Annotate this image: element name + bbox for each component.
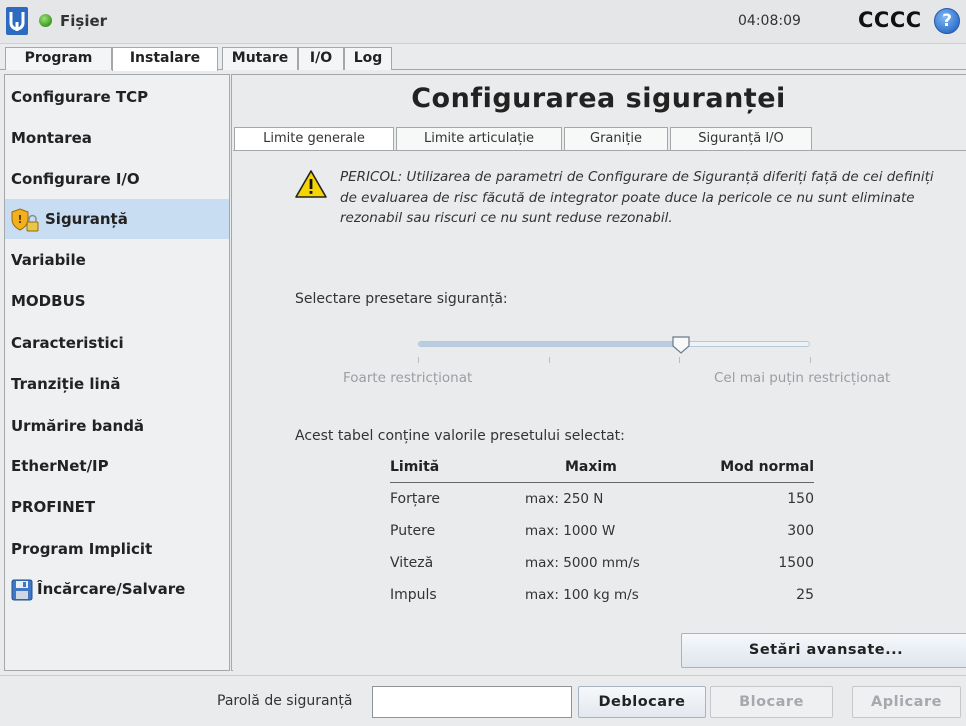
svg-text:!: ! bbox=[17, 213, 22, 226]
cell-normal: 300 bbox=[787, 523, 814, 539]
table-row: Viteză max: 5000 mm/s 1500 bbox=[390, 555, 814, 581]
sidebar-item-label: MODBUS bbox=[11, 292, 86, 310]
cell-max: max: 1000 W bbox=[525, 523, 616, 539]
unlock-button[interactable]: Deblocare bbox=[578, 686, 706, 718]
sidebar-item-label: Configurare TCP bbox=[11, 88, 149, 106]
safety-shield-lock-icon: ! bbox=[11, 207, 39, 231]
danger-warning-text: PERICOL: Utilizarea de parametri de Conf… bbox=[340, 169, 934, 226]
tab-log[interactable]: Log bbox=[344, 47, 392, 70]
table-row: Impuls max: 100 kg m/s 25 bbox=[390, 587, 814, 613]
slider-tick bbox=[549, 357, 550, 363]
sidebar-item-label: Tranziție lină bbox=[11, 375, 121, 393]
preset-slider-track[interactable] bbox=[418, 341, 810, 347]
cell-max: max: 100 kg m/s bbox=[525, 587, 639, 603]
cell-normal: 1500 bbox=[778, 555, 814, 571]
help-icon[interactable]: ? bbox=[934, 8, 960, 34]
slider-tick bbox=[810, 357, 811, 363]
cell-max: max: 250 N bbox=[525, 491, 604, 507]
robot-status-icon bbox=[39, 14, 52, 27]
tab-joint-limits[interactable]: Limite articulație bbox=[396, 127, 562, 151]
sidebar-item-variables[interactable]: Variabile bbox=[5, 240, 229, 280]
slider-tick bbox=[679, 357, 680, 363]
sidebar-item-label: Încărcare/Salvare bbox=[37, 580, 186, 598]
sidebar-item-io-setup[interactable]: Configurare I/O bbox=[5, 159, 229, 199]
cell-limit: Impuls bbox=[390, 587, 437, 603]
installation-sidebar: Configurare TCP Montarea Configurare I/O… bbox=[4, 74, 230, 671]
cell-limit: Viteză bbox=[390, 555, 434, 571]
header-normal: Mod normal bbox=[720, 459, 814, 475]
sidebar-item-conveyor-tracking[interactable]: Urmărire bandă bbox=[5, 406, 229, 446]
cell-limit: Putere bbox=[390, 523, 436, 539]
bottom-bar: Parolă de siguranță Deblocare Blocare Ap… bbox=[0, 675, 966, 726]
tab-mutare[interactable]: Mutare bbox=[222, 47, 298, 70]
page-title: Configurarea siguranței bbox=[411, 83, 786, 114]
password-label: Parolă de siguranță bbox=[217, 693, 353, 709]
sidebar-item-ethernet-ip[interactable]: EtherNet/IP bbox=[5, 446, 229, 486]
sidebar-item-tcp[interactable]: Configurare TCP bbox=[5, 77, 229, 117]
sidebar-item-label: Urmărire bandă bbox=[11, 417, 145, 435]
cell-max: max: 5000 mm/s bbox=[525, 555, 640, 571]
sidebar-item-label: Program Implicit bbox=[11, 540, 153, 558]
sidebar-item-default-program[interactable]: Program Implicit bbox=[5, 529, 229, 569]
cell-limit: Forțare bbox=[390, 491, 441, 507]
advanced-settings-button[interactable]: Setări avansate... bbox=[681, 633, 966, 668]
sidebar-item-label: Siguranță bbox=[45, 210, 128, 228]
sidebar-item-label: EtherNet/IP bbox=[11, 457, 109, 475]
title-bar: Fișier 04:08:09 CCCC ? bbox=[0, 0, 966, 44]
tab-instalare[interactable]: Instalare bbox=[112, 47, 218, 71]
warning-icon bbox=[295, 170, 327, 198]
sidebar-item-load-save[interactable]: Încărcare/Salvare bbox=[5, 569, 229, 609]
sidebar-item-features[interactable]: Caracteristici bbox=[5, 323, 229, 363]
file-menu[interactable]: Fișier bbox=[60, 12, 107, 30]
ur-logo-icon bbox=[6, 7, 28, 35]
safety-password-input[interactable] bbox=[372, 686, 572, 718]
sidebar-item-label: Montarea bbox=[11, 129, 92, 147]
sidebar-item-label: Configurare I/O bbox=[11, 170, 140, 188]
table-row: Putere max: 1000 W 300 bbox=[390, 523, 814, 549]
preset-slider-fill bbox=[419, 342, 682, 346]
sidebar-item-mounting[interactable]: Montarea bbox=[5, 118, 229, 158]
table-intro: Acest tabel conține valorile presetului … bbox=[295, 428, 625, 444]
preset-slider-thumb[interactable] bbox=[671, 335, 691, 355]
sidebar-item-label: PROFINET bbox=[11, 498, 96, 516]
tab-safety-io[interactable]: Siguranță I/O bbox=[670, 127, 812, 151]
sidebar-item-modbus[interactable]: MODBUS bbox=[5, 281, 229, 321]
sidebar-item-profinet[interactable]: PROFINET bbox=[5, 487, 229, 527]
header-divider bbox=[390, 482, 814, 483]
tab-general-limits[interactable]: Limite generale bbox=[234, 127, 394, 151]
apply-button[interactable]: Aplicare bbox=[852, 686, 961, 718]
safety-content-panel: Configurarea siguranței Limite generale … bbox=[231, 74, 966, 671]
cell-normal: 150 bbox=[787, 491, 814, 507]
sidebar-item-label: Caracteristici bbox=[11, 334, 124, 352]
main-tabs: Program Instalare Mutare I/O Log bbox=[0, 45, 966, 71]
slider-min-label: Foarte restricționat bbox=[343, 370, 473, 386]
sidebar-item-label: Variabile bbox=[11, 251, 86, 269]
tab-boundaries[interactable]: Graniție bbox=[564, 127, 668, 151]
preset-label: Selectare presetare siguranță: bbox=[295, 291, 508, 307]
floppy-disk-icon bbox=[11, 579, 33, 600]
clock: 04:08:09 bbox=[738, 13, 801, 29]
safety-sub-tabs: Limite generale Limite articulație Grani… bbox=[232, 127, 966, 151]
tab-io[interactable]: I/O bbox=[298, 47, 344, 70]
lock-button[interactable]: Blocare bbox=[710, 686, 833, 718]
table-row: Forțare max: 250 N 150 bbox=[390, 491, 814, 517]
slider-tick bbox=[418, 357, 419, 363]
tab-program[interactable]: Program bbox=[5, 47, 112, 70]
cell-normal: 25 bbox=[796, 587, 814, 603]
robot-name: CCCC bbox=[858, 8, 922, 32]
header-max: Maxim bbox=[565, 459, 617, 475]
sidebar-item-smooth-transition[interactable]: Tranziție lină bbox=[5, 364, 229, 404]
slider-max-label: Cel mai puțin restricționat bbox=[714, 370, 891, 386]
sidebar-item-safety[interactable]: ! Siguranță bbox=[5, 199, 229, 239]
header-limit: Limită bbox=[390, 459, 440, 475]
general-limits-panel: PERICOL: Utilizarea de parametri de Conf… bbox=[233, 150, 966, 671]
